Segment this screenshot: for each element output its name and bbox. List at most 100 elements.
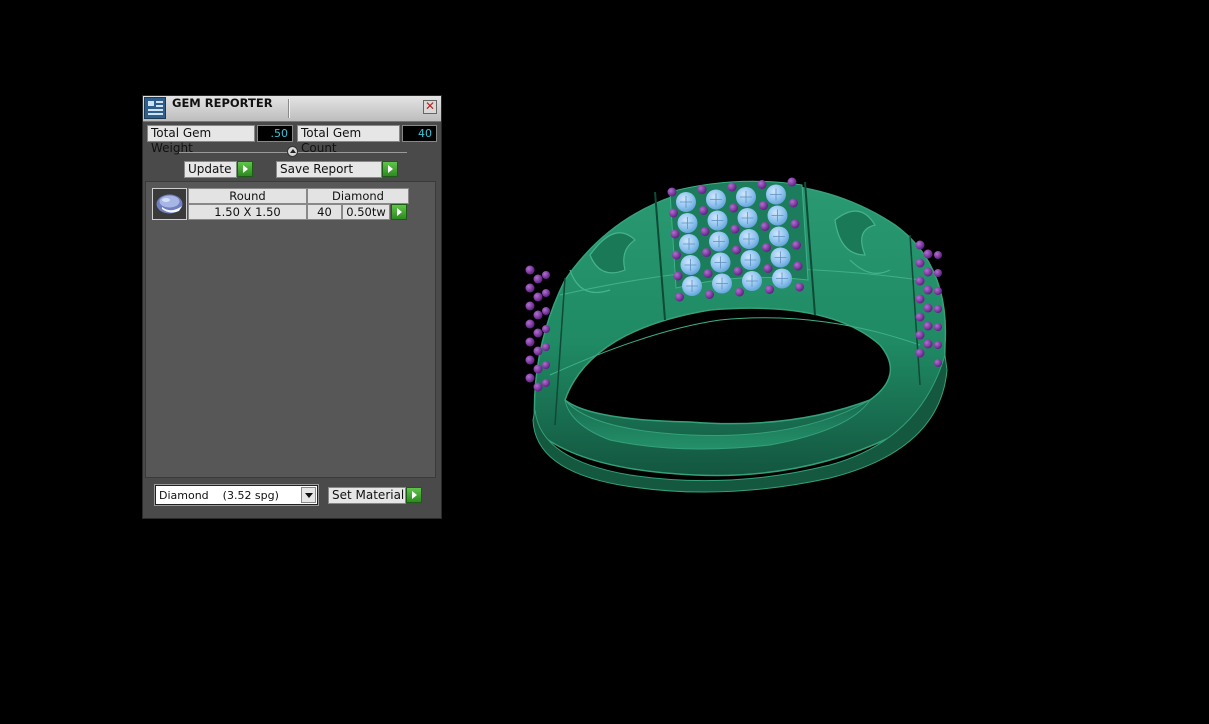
prong (915, 258, 925, 268)
prong (703, 269, 713, 278)
prong (542, 379, 550, 387)
prong (793, 261, 803, 271)
prong (542, 307, 550, 315)
prong (542, 343, 550, 351)
gem-weight-cell: 0.50tw (342, 204, 390, 220)
prong (789, 198, 798, 208)
prong (542, 325, 550, 333)
prong (525, 301, 535, 311)
prong (525, 355, 535, 365)
prong (727, 182, 737, 192)
gem-reporter-panel: GEM REPORTER ✕ Total Gem Weight .50 Tota… (142, 95, 442, 519)
prong (934, 359, 942, 367)
prong (669, 208, 678, 218)
material-select[interactable]: Diamond (3.52 spg) (154, 484, 319, 506)
title-divider (288, 99, 289, 118)
prong (757, 180, 767, 189)
prong (667, 187, 677, 197)
prong (923, 285, 933, 295)
prong (735, 287, 744, 297)
prong (923, 303, 933, 313)
window-title: GEM REPORTER (172, 96, 273, 110)
chevron-down-icon[interactable] (301, 487, 316, 503)
total-gem-weight-label: Total Gem Weight (147, 125, 255, 155)
prong (525, 283, 535, 293)
set-material-go-icon[interactable] (406, 487, 422, 503)
prong (675, 292, 684, 302)
prong (792, 240, 801, 250)
prong (923, 339, 933, 349)
gem-row-go-icon[interactable] (391, 204, 407, 220)
prong (702, 248, 711, 257)
total-gem-count-label: Total Gem Count (297, 125, 400, 155)
prong (915, 294, 925, 304)
prong (765, 285, 774, 294)
gem-material-cell: Diamond (307, 188, 409, 204)
gem-shape-cell: Round (188, 188, 307, 204)
gem-list[interactable] (145, 181, 436, 478)
prong (934, 341, 942, 349)
prong (525, 373, 535, 383)
ring-model[interactable] (450, 130, 990, 510)
update-go-icon[interactable] (237, 161, 253, 177)
update-button[interactable]: Update (184, 161, 237, 178)
prong (673, 271, 683, 281)
prong (542, 361, 550, 369)
prong (670, 229, 680, 239)
gem-reporter-app-icon (144, 97, 166, 119)
round-gem-icon (152, 188, 187, 220)
prong (533, 364, 543, 374)
prong (915, 312, 925, 322)
prong (915, 348, 925, 358)
save-report-go-icon[interactable] (382, 161, 398, 177)
prong (672, 250, 681, 260)
prong (923, 321, 933, 331)
prong (915, 276, 925, 286)
prong (700, 227, 710, 236)
prong (923, 267, 933, 277)
material-select-value: Diamond (3.52 spg) (159, 489, 279, 502)
close-icon[interactable]: ✕ (423, 100, 437, 114)
save-report-button[interactable]: Save Report (276, 161, 382, 178)
prong (934, 269, 942, 277)
prong (697, 185, 707, 194)
prong (934, 305, 942, 313)
prong (525, 337, 535, 347)
prong (533, 310, 543, 320)
prong (699, 206, 708, 215)
prong (542, 271, 550, 279)
prong (533, 274, 543, 284)
prong (533, 292, 543, 302)
collapse-arrow-icon[interactable] (287, 146, 298, 157)
prong (733, 266, 743, 276)
prong (915, 240, 925, 250)
prong (934, 251, 942, 259)
prong (730, 224, 740, 234)
prong (787, 177, 797, 187)
set-material-button[interactable]: Set Material (328, 487, 406, 504)
prong (759, 201, 768, 210)
prong (525, 319, 535, 329)
prong (732, 245, 741, 255)
prong (729, 203, 738, 213)
prong (762, 243, 771, 252)
total-gem-weight-value: .50 (257, 125, 293, 142)
prong (533, 382, 543, 392)
prong (705, 290, 714, 299)
prong (923, 249, 933, 259)
prong (915, 330, 925, 340)
prong (533, 346, 543, 356)
prong (763, 264, 773, 273)
prong (542, 289, 550, 297)
total-gem-count-value: 40 (402, 125, 437, 142)
prong (795, 282, 804, 292)
3d-viewport[interactable] (450, 130, 990, 510)
prong (533, 328, 543, 338)
gem-count-cell: 40 (307, 204, 342, 220)
prong (525, 265, 535, 275)
gem-size-cell: 1.50 X 1.50 (188, 204, 307, 220)
title-bar[interactable]: GEM REPORTER ✕ (143, 96, 441, 122)
prong (790, 219, 800, 229)
prong (934, 323, 942, 331)
prong (760, 222, 770, 231)
